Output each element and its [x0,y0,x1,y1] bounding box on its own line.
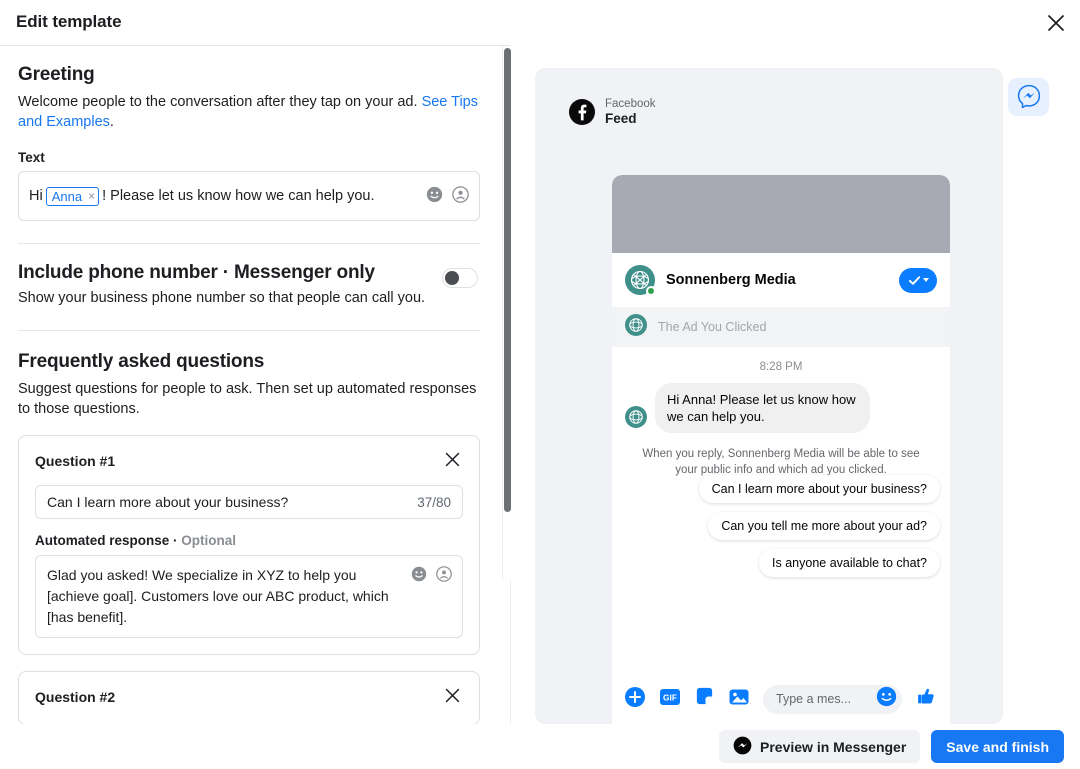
greeting-description-period: . [109,114,114,130]
text-field-label: Text [18,150,45,165]
automated-response-1-actions [411,566,452,582]
photo-icon[interactable] [728,686,750,713]
toggle-knob [445,271,459,285]
thread-header: Sonnenberg Media [612,253,950,307]
greeting-section: Greeting Welcome people to the conversat… [18,64,480,221]
messenger-thread: Sonnenberg Media The Ad You Clicked 8:28… [612,253,950,724]
phone-number-description: Show your business phone number so that … [18,290,426,306]
phone-number-section: Include phone number · Messenger only Sh… [18,244,480,308]
business-name: Sonnenberg Media [666,272,796,288]
verified-badge-button[interactable] [899,267,937,293]
platform-text: Facebook Feed [605,98,656,127]
footer-actions: Preview in Messenger Save and finish [0,724,1080,769]
automated-response-1-value: Glad you asked! We specialize in XYZ to … [47,567,389,625]
online-status-dot [646,286,656,296]
business-avatar-small [625,406,647,433]
emoji-icon[interactable] [426,186,443,203]
plus-icon[interactable] [624,686,646,713]
automated-response-1-input[interactable]: Glad you asked! We specialize in XYZ to … [35,555,463,638]
automated-response-1-label: Automated response · Optional [35,533,237,548]
automated-response-1-optional: Optional [181,533,237,548]
messenger-preview-toggle-button[interactable] [1008,78,1049,116]
personalization-icon[interactable] [436,566,452,582]
question-1-counter: 37/80 [417,494,451,510]
close-icon [445,452,460,470]
greeting-message-bubble: Hi Anna! Please let us know how we can h… [655,383,870,433]
settings-scrollbar-thumb[interactable] [504,48,511,512]
remove-question-2-button[interactable] [441,686,463,708]
ad-clicked-strip: The Ad You Clicked [612,307,950,347]
message-input-placeholder: Type a mes... [776,692,852,706]
question-card-2-header: Question #2 [35,686,463,708]
greeting-suffix: ! Please let us know how we can help you… [102,188,375,204]
business-avatar-small [625,313,647,341]
name-token-remove-icon[interactable]: × [88,190,95,202]
phone-number-heading: Include phone number · Messenger only [18,262,375,283]
suggested-replies: Can I learn more about your business? Ca… [698,475,940,577]
messenger-icon [1017,84,1041,111]
name-token[interactable]: Anna × [45,186,100,206]
suggested-reply-1[interactable]: Can I learn more about your business? [698,475,940,503]
modal-header: Edit template [0,0,1080,44]
platform-bottom-label: Feed [605,111,637,127]
close-icon [1047,14,1065,32]
question-card-1-header: Question #1 [35,450,463,472]
ad-image-placeholder [612,175,950,253]
gif-icon[interactable]: GIF [659,686,681,713]
greeting-heading: Greeting [18,64,95,85]
close-button[interactable] [1042,9,1070,37]
message-input[interactable]: Type a mes... [763,684,902,714]
settings-panel: Greeting Welcome people to the conversat… [0,45,511,724]
emoji-icon[interactable] [411,566,427,582]
question-card-2-title: Question #2 [35,689,116,705]
faq-description: Suggest questions for people to ask. The… [18,381,477,417]
faq-heading: Frequently asked questions [18,351,265,372]
personalization-icon[interactable] [452,186,469,203]
facebook-icon [569,99,595,126]
chevron-down-icon [922,278,929,282]
phone-number-toggle[interactable] [442,268,478,288]
question-1-value: Can I learn more about your business? [47,494,289,510]
name-token-label: Anna [51,188,83,204]
automated-response-1-label-text: Automated response [35,533,170,548]
message-row: Hi Anna! Please let us know how we can h… [612,373,950,433]
preview-in-messenger-label: Preview in Messenger [760,738,907,755]
sticker-icon[interactable] [694,686,715,712]
conversation-area: 8:28 PM Hi Anna! Please let us know how … [612,347,950,583]
preview-in-messenger-button[interactable]: Preview in Messenger [719,730,921,763]
greeting-value: Hi Anna × ! Please let us know how we ca… [29,186,375,206]
question-card-1: Question #1 Can I learn more about your … [18,435,480,655]
svg-text:GIF: GIF [663,692,677,702]
phone-preview: Sonnenberg Media The Ad You Clicked 8:28… [612,175,950,724]
messenger-icon [733,736,752,758]
message-composer: GIF Type a mes... [612,674,950,724]
preview-card: Facebook Feed Sonnenberg Media The Ad Yo… [535,68,1003,724]
settings-content: Greeting Welcome people to the conversat… [0,46,500,724]
save-and-finish-button[interactable]: Save and finish [931,730,1064,763]
suggested-reply-3[interactable]: Is anyone available to chat? [759,549,940,577]
greeting-description-text: Welcome people to the conversation after… [18,94,422,110]
business-avatar [625,265,656,296]
question-1-input[interactable]: Can I learn more about your business? 37… [35,485,463,519]
platform-label: Facebook Feed [569,98,656,127]
page-title: Edit template [16,12,122,31]
message-timestamp: 8:28 PM [759,361,803,373]
greeting-text-input[interactable]: Hi Anna × ! Please let us know how we ca… [18,171,480,221]
remove-question-1-button[interactable] [441,450,463,472]
emoji-icon[interactable] [876,686,897,712]
question-card-1-title: Question #1 [35,453,116,469]
greeting-prefix: Hi [29,188,43,204]
greeting-input-actions [426,186,469,203]
faq-section: Frequently asked questions Suggest quest… [18,331,480,724]
suggested-reply-2[interactable]: Can you tell me more about your ad? [708,512,940,540]
platform-top-label: Facebook [605,98,656,110]
preview-panel: Facebook Feed Sonnenberg Media The Ad Yo… [511,45,1080,724]
greeting-description: Welcome people to the conversation after… [18,92,480,132]
ad-clicked-label: The Ad You Clicked [658,320,767,334]
close-icon [445,688,460,706]
question-card-2: Question #2 [18,671,480,724]
thumbs-up-icon[interactable] [915,685,938,713]
privacy-disclaimer: When you reply, Sonnenberg Media will be… [642,448,920,476]
